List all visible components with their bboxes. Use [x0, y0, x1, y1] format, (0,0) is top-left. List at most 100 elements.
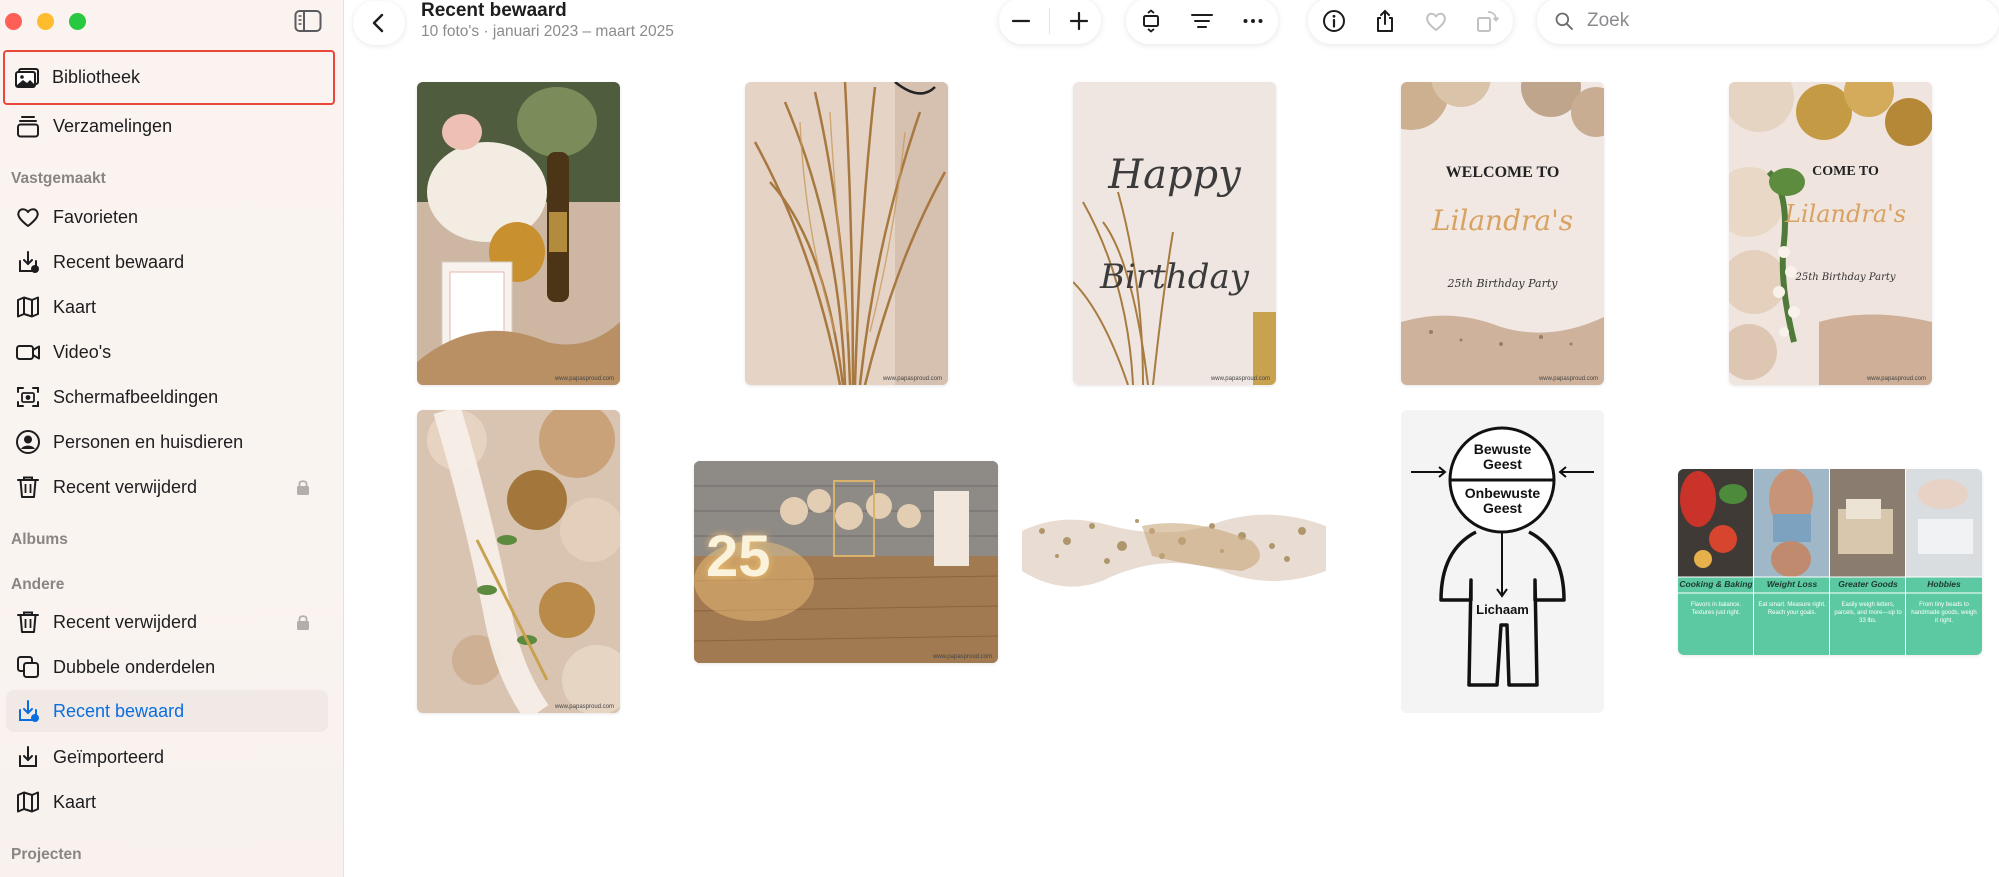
sign-text-line: Happy	[1108, 152, 1241, 198]
photo-watermark: www.papasproud.com	[882, 376, 942, 382]
search-field[interactable]	[1537, 0, 1999, 44]
more-icon[interactable]	[1238, 6, 1268, 36]
back-icon	[364, 8, 394, 38]
photo-gold-leaf-wave[interactable]	[1022, 511, 1326, 601]
close-window-button[interactable]	[5, 13, 22, 30]
category-desc: Flavors in balance. Textures just right.	[1690, 602, 1742, 616]
category-title: Hobbies	[1927, 579, 1961, 589]
map-icon	[14, 788, 42, 816]
lock-icon	[297, 480, 309, 495]
sidebar-item-imported[interactable]: Geïmporteerd	[6, 736, 328, 778]
import-icon	[14, 743, 42, 771]
page-title: Recent bewaard	[421, 0, 567, 21]
photo-categories-banner[interactable]: Cooking & Baking Weight Loss Greater Goo…	[1678, 469, 1982, 655]
marquee-number: 25	[706, 524, 771, 589]
duplicates-icon	[14, 653, 42, 681]
photo-party-room-25[interactable]: 25 www.papasproud.com	[694, 461, 998, 663]
photo-mind-diagram[interactable]: Bewuste Geest Onbewuste Geest Lichaam	[1401, 410, 1604, 713]
category-desc: Easily weigh letters, parcels, and more—…	[1834, 602, 1902, 624]
photo-balloons-flowers[interactable]: www.papasproud.com	[417, 410, 620, 713]
sidebar-item-label: Schermafbeeldingen	[53, 386, 219, 407]
sidebar-item-label: Dubbele onderdelen	[53, 656, 216, 677]
section-header-projects: Projecten	[11, 846, 82, 863]
sidebar-item-label: Recent verwijderd	[53, 611, 198, 632]
sidebar-item-label: Geïmporteerd	[53, 746, 165, 767]
sidebar-item-label: Kaart	[53, 791, 97, 812]
favorite-icon[interactable]	[1421, 6, 1451, 36]
sidebar-item-recently-saved-selected[interactable]: Recent bewaard	[6, 690, 328, 732]
diagram-label-subconscious: Onbewuste Geest	[1401, 486, 1604, 516]
sidebar: Bibliotheek Verzamelingen Vastgemaakt Fa…	[0, 0, 344, 877]
category-title: Weight Loss	[1766, 579, 1818, 589]
sidebar-item-label: Bibliotheek	[52, 67, 141, 87]
photo-library-icon	[13, 64, 41, 92]
sidebar-item-recently-deleted-other[interactable]: Recent verwijderd	[6, 601, 328, 643]
photo-welcome-sign[interactable]: WELCOME TO Lilandra's 25th Birthday Part…	[1401, 82, 1604, 385]
sign-text-line: 25th Birthday Party	[1447, 277, 1558, 290]
photo-watermark: www.papasproud.com	[554, 376, 614, 382]
photo-pampas-grass[interactable]: www.papasproud.com	[745, 82, 948, 385]
screenshot-icon	[14, 383, 42, 411]
sign-text-line: COME TO	[1812, 164, 1879, 179]
recently-saved-icon	[14, 697, 42, 725]
recently-saved-icon	[14, 248, 42, 276]
filter-icon[interactable]	[1187, 6, 1217, 36]
sidebar-item-screenshots[interactable]: Schermafbeeldingen	[6, 376, 328, 418]
diagram-label-line: Geest	[1483, 500, 1522, 516]
search-input[interactable]	[1585, 9, 1969, 33]
minimize-window-button[interactable]	[37, 13, 54, 30]
sign-text-line: Lilandra's	[1431, 204, 1574, 237]
title-block: Recent bewaard 10 foto's · januari 2023 …	[421, 0, 674, 42]
sidebar-item-library[interactable]: Bibliotheek	[3, 50, 335, 105]
share-icon[interactable]	[1370, 6, 1400, 36]
sign-text-line: WELCOME TO	[1445, 164, 1560, 181]
zoom-controls	[999, 0, 1101, 44]
sidebar-item-collections[interactable]: Verzamelingen	[6, 105, 328, 147]
section-header-other: Andere	[11, 576, 65, 593]
back-button[interactable]	[353, 1, 405, 45]
toolbar: Recent bewaard 10 foto's · januari 2023 …	[344, 0, 1999, 56]
sidebar-item-label: Recent bewaard	[53, 700, 185, 721]
lock-icon	[297, 615, 309, 630]
rotate-icon[interactable]	[1472, 6, 1502, 36]
aspect-icon[interactable]	[1136, 6, 1166, 36]
view-controls	[1126, 0, 1278, 44]
sidebar-item-people-pets[interactable]: Personen en huisdieren	[6, 421, 328, 463]
section-header-albums: Albums	[11, 531, 68, 548]
diagram-label-conscious: Bewuste Geest	[1401, 442, 1604, 472]
info-icon[interactable]	[1319, 6, 1349, 36]
photo-welcome-sign-balloons[interactable]: COME TO Lilandra's 25th Birthday Party w…	[1729, 82, 1932, 385]
fullscreen-window-button[interactable]	[69, 13, 86, 30]
trash-icon	[14, 473, 42, 501]
sign-text-line: 25th Birthday Party	[1795, 272, 1896, 283]
diagram-label-line: Geest	[1483, 456, 1522, 472]
sidebar-item-label: Personen en huisdieren	[53, 431, 244, 452]
diagram-label-line: Onbewuste	[1464, 485, 1541, 501]
photo-happy-birthday-sign[interactable]: Happy Birthday www.papasproud.com	[1073, 82, 1276, 385]
map-icon	[14, 293, 42, 321]
sidebar-item-label: Verzamelingen	[53, 115, 173, 136]
sidebar-item-favorites[interactable]: Favorieten	[6, 196, 328, 238]
sidebar-item-videos[interactable]: Video's	[6, 331, 328, 373]
sidebar-item-map[interactable]: Kaart	[6, 286, 328, 328]
divider	[1049, 8, 1051, 34]
photo-watermark: www.papasproud.com	[1866, 376, 1926, 382]
photo-watermark: www.papasproud.com	[1538, 376, 1598, 382]
photo-bottle-flowers[interactable]: www.papasproud.com	[417, 82, 620, 385]
sidebar-item-recently-deleted[interactable]: Recent verwijderd	[6, 466, 328, 508]
diagram-label-body: Lichaam	[1476, 602, 1529, 617]
sidebar-toggle-icon[interactable]	[294, 9, 322, 33]
sidebar-item-duplicates[interactable]: Dubbele onderdelen	[6, 646, 328, 688]
diagram-label-line: Bewuste	[1473, 441, 1532, 457]
collections-icon	[14, 112, 42, 140]
sidebar-item-recently-saved[interactable]: Recent bewaard	[6, 241, 328, 283]
zoom-out-icon[interactable]	[1006, 6, 1036, 36]
sidebar-item-map-other[interactable]: Kaart	[6, 781, 328, 823]
photo-watermark: www.papasproud.com	[554, 704, 614, 710]
page-subtitle: 10 foto's · januari 2023 – maart 2025	[421, 23, 674, 40]
category-desc: From tiny beads to handmade goods, weigh…	[1911, 602, 1977, 624]
sidebar-item-label: Video's	[53, 341, 112, 362]
zoom-in-icon[interactable]	[1064, 6, 1094, 36]
sidebar-item-label: Recent bewaard	[53, 251, 185, 272]
person-icon	[14, 428, 42, 456]
